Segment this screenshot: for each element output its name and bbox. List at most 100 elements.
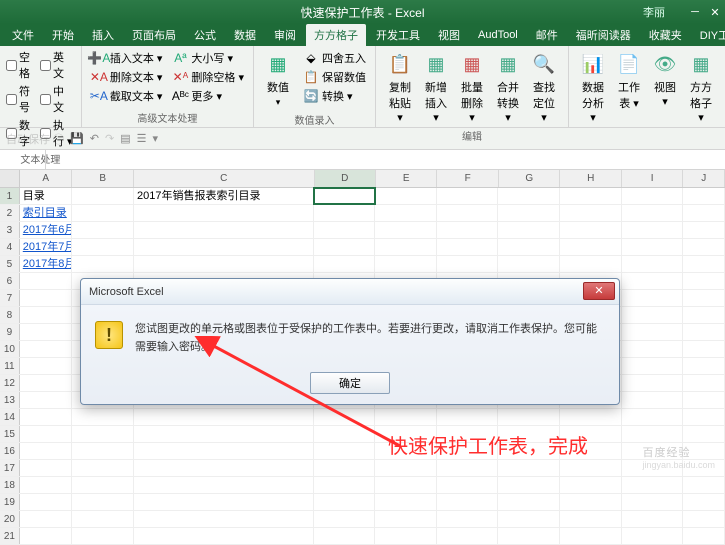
cell[interactable] bbox=[560, 443, 622, 459]
cell[interactable] bbox=[683, 188, 725, 204]
cell[interactable] bbox=[72, 222, 134, 238]
cell[interactable] bbox=[134, 460, 314, 476]
cell[interactable] bbox=[498, 409, 560, 425]
cell[interactable] bbox=[72, 511, 134, 527]
cell[interactable] bbox=[375, 205, 437, 221]
row-header[interactable]: 2 bbox=[0, 205, 20, 221]
ribbon-tab[interactable]: AudTool bbox=[470, 26, 526, 44]
cell[interactable] bbox=[622, 256, 684, 272]
row-header[interactable]: 9 bbox=[0, 324, 20, 340]
cell[interactable] bbox=[437, 443, 499, 459]
select-all-corner[interactable] bbox=[0, 170, 20, 187]
cell[interactable] bbox=[134, 222, 314, 238]
cell[interactable] bbox=[20, 358, 73, 374]
cell[interactable] bbox=[560, 511, 622, 527]
cell[interactable] bbox=[375, 443, 437, 459]
column-header[interactable]: B bbox=[72, 170, 133, 187]
cell[interactable] bbox=[683, 341, 725, 357]
cell[interactable] bbox=[20, 511, 73, 527]
save-icon[interactable]: 💾 bbox=[70, 132, 84, 145]
cell[interactable] bbox=[560, 409, 622, 425]
cell[interactable] bbox=[560, 205, 622, 221]
cell[interactable] bbox=[498, 188, 560, 204]
cell[interactable] bbox=[314, 494, 376, 510]
cell[interactable] bbox=[683, 239, 725, 255]
row-header[interactable]: 19 bbox=[0, 494, 20, 510]
cell[interactable] bbox=[314, 426, 376, 442]
row-header[interactable]: 21 bbox=[0, 528, 20, 544]
cell[interactable] bbox=[622, 358, 684, 374]
cell[interactable]: 2017年6月 bbox=[20, 222, 73, 238]
cell[interactable] bbox=[134, 528, 314, 544]
cell[interactable] bbox=[498, 443, 560, 459]
cell[interactable] bbox=[437, 511, 499, 527]
cell[interactable] bbox=[683, 460, 725, 476]
cell[interactable] bbox=[622, 443, 684, 459]
cell[interactable] bbox=[72, 460, 134, 476]
ribbon-tab[interactable]: 文件 bbox=[4, 24, 42, 46]
cell[interactable] bbox=[437, 494, 499, 510]
cell[interactable] bbox=[72, 443, 134, 459]
cell[interactable] bbox=[498, 460, 560, 476]
cell[interactable] bbox=[622, 188, 684, 204]
row-header[interactable]: 16 bbox=[0, 443, 20, 459]
cell[interactable] bbox=[560, 222, 622, 238]
more-button[interactable]: Aᴮᶜ更多 ▾ bbox=[169, 87, 247, 105]
cell[interactable]: 目录 bbox=[20, 188, 73, 204]
cell[interactable] bbox=[560, 477, 622, 493]
cell[interactable] bbox=[20, 273, 73, 289]
cell[interactable] bbox=[72, 426, 134, 442]
cell[interactable] bbox=[683, 392, 725, 408]
ribbon-tab[interactable]: 邮件 bbox=[528, 24, 566, 46]
number-op-button[interactable]: 🔄转换 ▾ bbox=[300, 87, 369, 105]
row-header[interactable]: 15 bbox=[0, 426, 20, 442]
cell[interactable] bbox=[72, 494, 134, 510]
cell[interactable] bbox=[622, 528, 684, 544]
cell[interactable] bbox=[314, 528, 376, 544]
cell[interactable] bbox=[560, 426, 622, 442]
cell[interactable] bbox=[134, 256, 314, 272]
cell[interactable] bbox=[498, 426, 560, 442]
cell[interactable] bbox=[134, 477, 314, 493]
cell[interactable] bbox=[683, 375, 725, 391]
ribbon-tab[interactable]: DIY工具箱 bbox=[692, 24, 725, 46]
cell[interactable] bbox=[622, 307, 684, 323]
cell[interactable] bbox=[375, 239, 437, 255]
ribbon-tab[interactable]: 开发工具 bbox=[368, 24, 428, 46]
cell[interactable] bbox=[683, 426, 725, 442]
cell[interactable] bbox=[498, 494, 560, 510]
cell[interactable] bbox=[683, 409, 725, 425]
redo-icon[interactable]: ↷ bbox=[105, 132, 114, 145]
ribbon-tab[interactable]: 方方格子 bbox=[306, 24, 366, 46]
row-header[interactable]: 20 bbox=[0, 511, 20, 527]
cell[interactable] bbox=[683, 494, 725, 510]
edit-button[interactable]: 📋复制粘贴 ▾ bbox=[382, 49, 418, 126]
cell[interactable] bbox=[622, 290, 684, 306]
cell[interactable] bbox=[134, 511, 314, 527]
cell[interactable] bbox=[375, 188, 437, 204]
cell[interactable] bbox=[437, 426, 499, 442]
cell[interactable] bbox=[437, 188, 499, 204]
edit-button[interactable]: ▦合并转换 ▾ bbox=[490, 49, 526, 126]
cell[interactable] bbox=[20, 341, 73, 357]
cell[interactable] bbox=[622, 426, 684, 442]
cell[interactable] bbox=[375, 409, 437, 425]
ok-button[interactable]: 确定 bbox=[310, 372, 390, 394]
row-header[interactable]: 14 bbox=[0, 409, 20, 425]
cell[interactable] bbox=[437, 477, 499, 493]
close-button[interactable]: ✕ bbox=[709, 6, 721, 19]
tool-button[interactable]: 👁视图 ▾ bbox=[647, 49, 683, 126]
cell[interactable] bbox=[72, 409, 134, 425]
cell[interactable] bbox=[134, 426, 314, 442]
qat-icon[interactable]: ☰ bbox=[137, 132, 147, 145]
cell[interactable] bbox=[683, 205, 725, 221]
cell[interactable] bbox=[622, 511, 684, 527]
cell[interactable] bbox=[622, 409, 684, 425]
ribbon-tab[interactable]: 收藏夹 bbox=[641, 24, 690, 46]
cell[interactable] bbox=[437, 239, 499, 255]
cell[interactable] bbox=[72, 188, 134, 204]
row-header[interactable]: 7 bbox=[0, 290, 20, 306]
row-header[interactable]: 1 bbox=[0, 188, 20, 204]
qat-icon[interactable]: ▤ bbox=[120, 132, 130, 145]
cell[interactable] bbox=[314, 443, 376, 459]
